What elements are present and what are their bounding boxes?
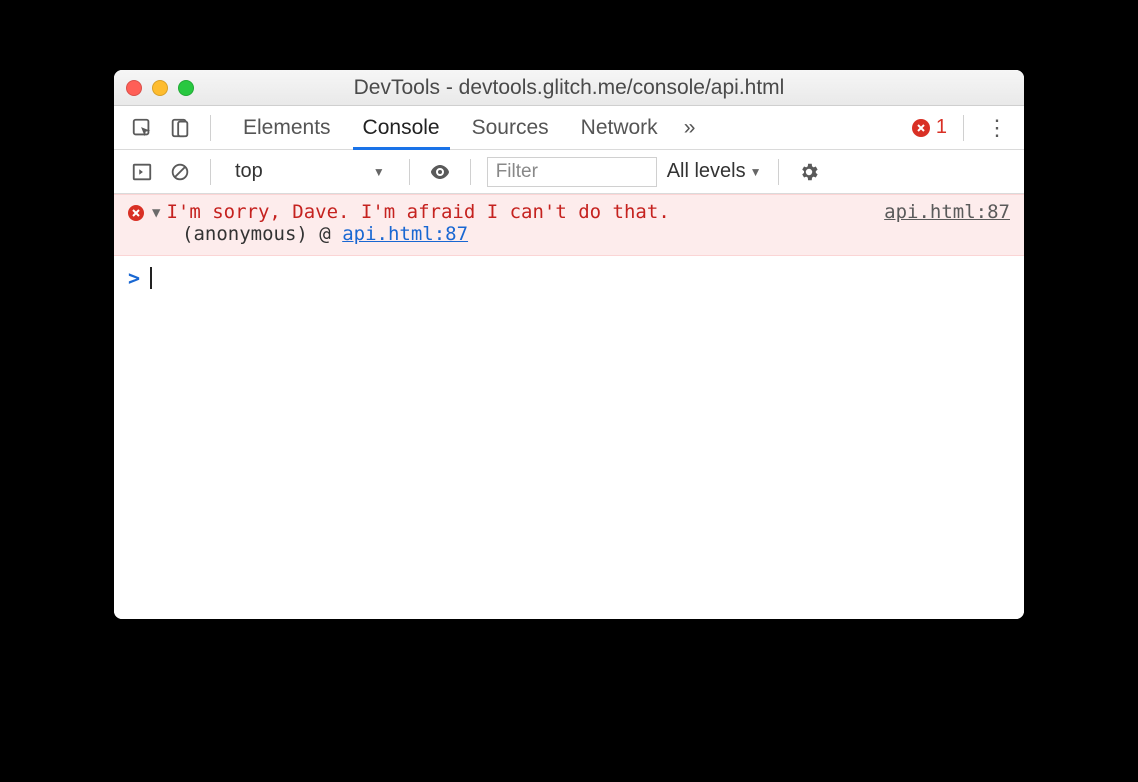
error-icon: [912, 119, 930, 137]
console-prompt[interactable]: >: [114, 256, 1024, 300]
tab-network[interactable]: Network: [565, 106, 674, 149]
chevron-down-icon: ▼: [373, 165, 385, 179]
window-title: DevTools - devtools.glitch.me/console/ap…: [114, 76, 1024, 100]
text-cursor: [150, 267, 152, 289]
console-toolbar: top ▼ All levels ▼: [114, 150, 1024, 194]
toolbar-divider: [778, 159, 779, 185]
minimize-window-button[interactable]: [152, 80, 168, 96]
tab-console[interactable]: Console: [347, 106, 456, 149]
stack-trace-line: (anonymous) @ api.html:87: [128, 223, 1010, 245]
console-sidebar-toggle-icon[interactable]: [128, 158, 156, 186]
gear-icon[interactable]: [795, 158, 823, 186]
error-message-text: I'm sorry, Dave. I'm afraid I can't do t…: [166, 201, 669, 223]
error-count-value: 1: [936, 116, 947, 139]
kebab-menu-icon[interactable]: ⋮: [980, 115, 1014, 141]
device-toolbar-icon[interactable]: [166, 114, 194, 142]
chevron-down-icon: ▼: [750, 165, 762, 179]
panel-tabs: Elements Console Sources Network »: [227, 106, 705, 149]
tab-elements[interactable]: Elements: [227, 106, 347, 149]
disclosure-triangle-icon[interactable]: ▼: [152, 205, 160, 221]
toolbar-divider: [210, 115, 211, 141]
prompt-caret-icon: >: [128, 266, 140, 290]
toolbar-divider: [470, 159, 471, 185]
log-levels-select[interactable]: All levels ▼: [667, 160, 762, 183]
console-output: ▼ I'm sorry, Dave. I'm afraid I can't do…: [114, 194, 1024, 619]
toolbar-divider: [963, 115, 964, 141]
console-message-error: ▼ I'm sorry, Dave. I'm afraid I can't do…: [114, 194, 1024, 256]
filter-input[interactable]: [487, 157, 657, 187]
error-count-badge[interactable]: 1: [912, 116, 947, 139]
toolbar-divider: [409, 159, 410, 185]
tabs-overflow-button[interactable]: »: [674, 106, 706, 149]
stack-at: @: [319, 223, 330, 245]
tab-sources[interactable]: Sources: [456, 106, 565, 149]
stack-frame-link[interactable]: api.html:87: [342, 223, 468, 245]
toolbar-divider: [210, 159, 211, 185]
traffic-lights: [126, 80, 194, 96]
devtools-window: DevTools - devtools.glitch.me/console/ap…: [114, 70, 1024, 619]
error-source-link[interactable]: api.html:87: [884, 201, 1010, 223]
clear-console-icon[interactable]: [166, 158, 194, 186]
error-icon: [128, 205, 144, 221]
log-levels-label: All levels: [667, 160, 746, 183]
zoom-window-button[interactable]: [178, 80, 194, 96]
inspect-icon[interactable]: [128, 114, 156, 142]
close-window-button[interactable]: [126, 80, 142, 96]
live-expression-icon[interactable]: [426, 158, 454, 186]
main-toolbar: Elements Console Sources Network » 1 ⋮: [114, 106, 1024, 150]
titlebar: DevTools - devtools.glitch.me/console/ap…: [114, 70, 1024, 106]
execution-context-select[interactable]: top ▼: [227, 158, 393, 185]
stack-frame-name: (anonymous): [182, 223, 308, 245]
execution-context-value: top: [235, 160, 263, 183]
